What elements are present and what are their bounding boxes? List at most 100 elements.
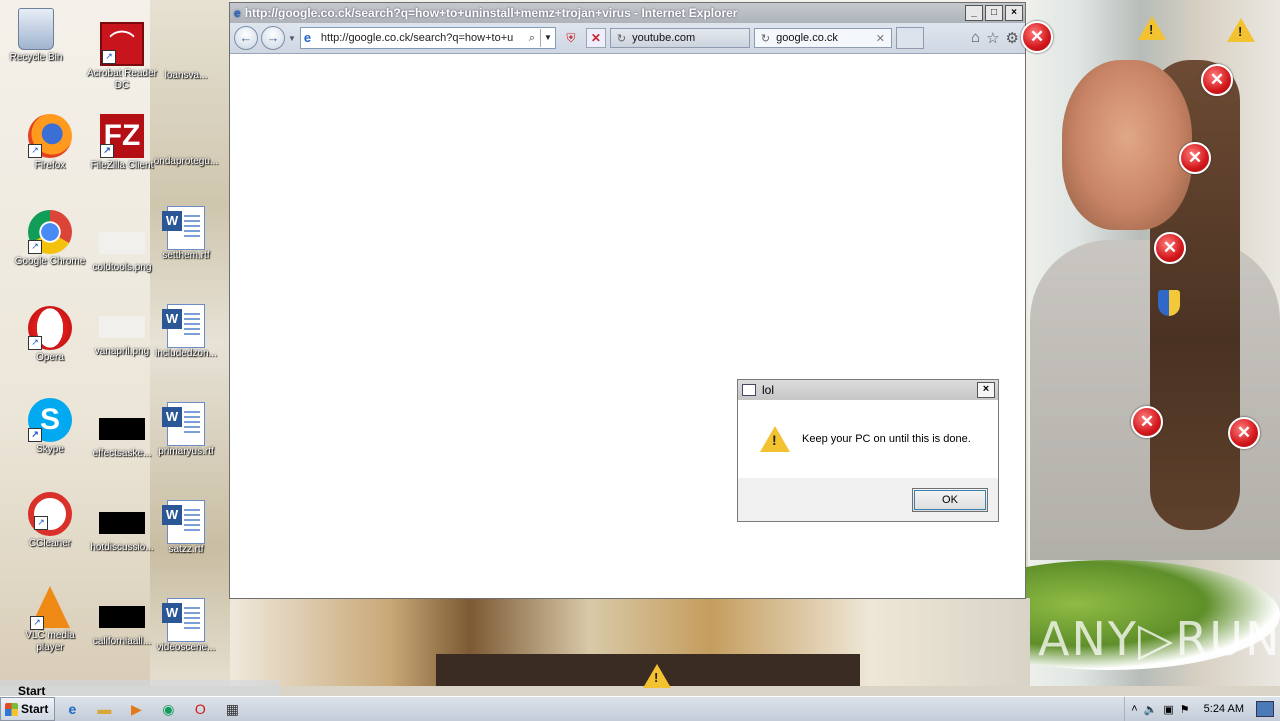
dialog-message: Keep your PC on until this is done. <box>802 433 971 445</box>
desktop-icon-vlc[interactable]: ↗ VLC media player <box>14 586 86 654</box>
loading-icon: ↻ <box>616 32 627 45</box>
ccleaner-icon: ↗ <box>28 492 72 536</box>
ie-tools: ⌂ ☆ ⚙ <box>971 29 1019 47</box>
taskbar-calculator-icon[interactable]: ▦ <box>217 698 247 720</box>
desktop-icon-label: Acrobat Reader DC <box>86 68 158 91</box>
tab-close-icon[interactable]: ✕ <box>876 32 885 45</box>
desktop-icon-label: vanapril.png <box>94 346 150 357</box>
dialog-footer: OK <box>738 478 998 521</box>
desktop-icon-label: Opera <box>36 352 64 363</box>
dialog-title: lol <box>762 383 775 397</box>
taskbar-folder-icon[interactable]: ▬ <box>89 698 119 720</box>
desktop-icon-label: satzz.rtf <box>168 544 204 555</box>
shield-icon[interactable]: ⛨ <box>562 29 580 47</box>
favorites-star-icon[interactable]: ☆ <box>986 29 999 47</box>
message-dialog[interactable]: lol × ! Keep your PC on until this is do… <box>737 379 999 522</box>
taskbar-media-player-icon[interactable]: ▶ <box>121 698 151 720</box>
vlc-icon: ↗ <box>30 586 70 630</box>
image-icon <box>99 316 145 338</box>
error-icon: ✕ <box>1021 21 1053 53</box>
desktop-icon-label: californiaall... <box>92 636 152 647</box>
desktop-icon-satzz[interactable]: W satzz.rtf <box>150 500 222 556</box>
desktop-icon-firefox[interactable]: ↗ Firefox <box>14 114 86 172</box>
firefox-icon: ↗ <box>28 114 72 158</box>
stop-icon[interactable]: ✕ <box>585 28 606 48</box>
desktop-icon-opera[interactable]: ↗ Opera <box>14 306 86 364</box>
desktop-icon-ccleaner[interactable]: ↗ CCleaner <box>14 492 86 550</box>
desktop-icon-effectsaske[interactable]: effectsaske... <box>86 408 158 460</box>
desktop-icon-label: hotdiscussio... <box>90 542 154 553</box>
skype-icon: S ↗ <box>28 398 72 442</box>
desktop-icon-label: Skype <box>36 444 64 455</box>
minimize-button[interactable]: _ <box>965 5 983 21</box>
desktop-icon-primaryus[interactable]: W primaryus.rtf <box>150 402 222 458</box>
ie-window-title: http://google.co.ck/search?q=how+to+unin… <box>244 6 738 20</box>
word-doc-icon: W <box>162 500 205 544</box>
network-icon[interactable]: ▣ <box>1163 703 1173 716</box>
desktop-icon-label: videoscene... <box>156 642 216 653</box>
desktop-icon-hotdiscussio[interactable]: hotdiscussio... <box>86 502 158 554</box>
filezilla-icon: FZ ↗ <box>100 114 144 158</box>
tray-expand-icon[interactable]: ˄ <box>1131 703 1137 715</box>
error-icon: ✕ <box>1154 232 1186 264</box>
home-icon[interactable]: ⌂ <box>971 29 980 47</box>
volume-icon[interactable]: 🔈 <box>1144 703 1158 716</box>
maximize-button[interactable]: □ <box>985 5 1003 21</box>
address-bar[interactable]: e http://google.co.ck/search?q=how+to+u … <box>299 27 556 49</box>
taskbar-ie-icon[interactable]: e <box>57 698 87 720</box>
desktop-icon-label: primaryus.rtf <box>158 446 214 457</box>
word-doc-icon: W <box>162 304 205 348</box>
desktop-icon-videoscene[interactable]: W videoscene... <box>150 598 222 654</box>
dialog-body: ! Keep your PC on until this is done. <box>738 400 998 478</box>
desktop-icon-californiaall[interactable]: californiaall... <box>86 596 158 648</box>
search-icon[interactable]: ⌕ <box>524 32 540 45</box>
desktop-icon-chrome[interactable]: ↗ Google Chrome <box>14 210 86 268</box>
start-button[interactable]: Start <box>0 697 56 721</box>
address-input[interactable]: http://google.co.ck/search?q=how+to+u <box>321 32 524 44</box>
desktop-icon-skype[interactable]: S ↗ Skype <box>14 398 86 456</box>
tab-google[interactable]: ↻ google.co.ck ✕ <box>753 28 892 48</box>
desktop-icon-label: VLC media player <box>25 630 75 653</box>
desktop-icon-recycle-bin[interactable]: Recycle Bin <box>0 8 72 64</box>
forward-button[interactable]: → <box>261 26 285 50</box>
taskbar-opera-icon[interactable]: O <box>185 698 215 720</box>
back-button[interactable]: ← <box>234 26 258 50</box>
desktop-icon-coldtools[interactable]: coldtools.png <box>86 210 158 274</box>
desktop-icon-acrobat[interactable]: ⌒ ↗ Acrobat Reader DC <box>86 22 158 92</box>
tab-youtube[interactable]: ↻ youtube.com <box>609 28 750 48</box>
desktop-icon-filezilla[interactable]: FZ ↗ FileZilla Client <box>86 114 158 172</box>
anyrun-watermark: ANY▷RUN <box>1038 612 1280 666</box>
desktop-icon-setthem[interactable]: W setthem.rtf <box>150 206 222 262</box>
word-doc-icon: W <box>162 402 205 446</box>
address-dropdown-icon[interactable]: ▼ <box>539 29 555 47</box>
gear-icon[interactable]: ⚙ <box>1006 29 1019 47</box>
tab-label: google.co.ck <box>776 32 838 44</box>
dialog-titlebar[interactable]: lol × <box>738 380 998 400</box>
desktop-icon-loansva[interactable]: loansva... <box>150 70 222 82</box>
history-dropdown-icon[interactable]: ▼ <box>288 34 296 43</box>
start-label: Start <box>21 702 49 716</box>
windows-logo-icon <box>5 702 18 716</box>
dialog-close-button[interactable]: × <box>977 382 995 398</box>
taskbar: Start e ▬ ▶ ◉ O ▦ ˄ 🔈 ▣ ⚑ 5:24 AM <box>0 696 1280 721</box>
image-icon <box>99 606 145 628</box>
error-icon: ✕ <box>1179 142 1211 174</box>
desktop-icon-includedzon[interactable]: W includedzon... <box>150 304 222 360</box>
new-tab-button[interactable] <box>895 27 924 49</box>
ok-button[interactable]: OK <box>912 487 988 512</box>
show-desktop-button[interactable] <box>1256 701 1274 717</box>
error-icon: ✕ <box>1201 64 1233 96</box>
uac-shield-icon <box>1158 290 1180 316</box>
ie-titlebar[interactable]: e http://google.co.ck/search?q=how+to+un… <box>230 3 1025 23</box>
close-button[interactable]: × <box>1005 5 1023 21</box>
taskbar-chrome-icon[interactable]: ◉ <box>153 698 183 720</box>
desktop-icon-label: FileZilla Client <box>90 160 154 171</box>
action-center-flag-icon[interactable]: ⚑ <box>1180 703 1190 716</box>
desktop-icon-ondaprotegu[interactable]: ondaprotegu... <box>150 156 222 168</box>
desktop-icon-vanapril[interactable]: vanapril.png <box>86 306 158 358</box>
image-icon <box>99 232 145 254</box>
loading-icon: ↻ <box>760 32 771 45</box>
ie-logo-icon: e <box>234 6 241 20</box>
warning-icon: ! <box>1227 18 1255 42</box>
clock[interactable]: 5:24 AM <box>1204 703 1244 715</box>
